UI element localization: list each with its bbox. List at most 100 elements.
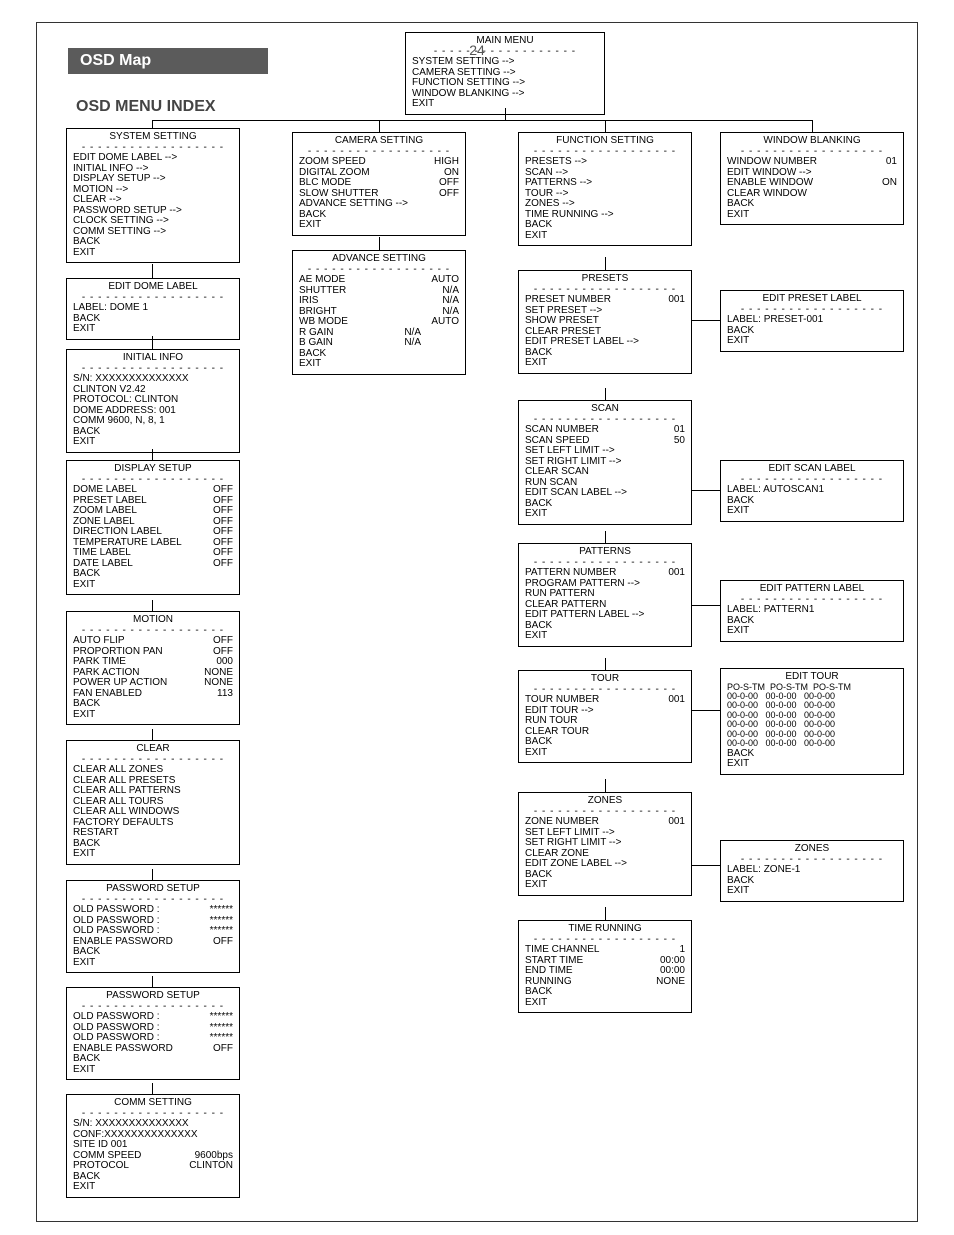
menu-item: SET LEFT LIMIT --> xyxy=(525,446,685,457)
tour-box: TOUR - - - - - - - - - - - - - - - - - -… xyxy=(518,670,692,763)
display-setup-box: DISPLAY SETUP - - - - - - - - - - - - - … xyxy=(66,460,240,595)
menu-row: BLC MODEOFF xyxy=(299,178,459,189)
title: EDIT PRESET LABEL xyxy=(727,294,897,305)
title: MOTION xyxy=(73,615,233,626)
menu-item: EXIT xyxy=(727,506,897,517)
menu-item: BACK xyxy=(73,1054,233,1065)
menu-item: LABEL: ZONE-1 xyxy=(727,865,897,876)
connector xyxy=(152,600,153,611)
title: FUNCTION SETTING xyxy=(525,136,685,147)
menu-row: WB MODEAUTO xyxy=(299,317,459,328)
edit-dome-label-box: EDIT DOME LABEL - - - - - - - - - - - - … xyxy=(66,278,240,340)
edit-scan-label-box: EDIT SCAN LABEL - - - - - - - - - - - - … xyxy=(720,460,904,522)
menu-row: POWER UP ACTIONNONE xyxy=(73,678,233,689)
menu-item: EDIT PATTERN LABEL --> xyxy=(525,610,685,621)
title: COMM SETTING xyxy=(73,1098,233,1109)
title: INITIAL INFO xyxy=(73,353,233,364)
menu-item: SYSTEM SETTING --> xyxy=(412,57,598,68)
menu-item: EXIT xyxy=(73,710,233,721)
menu-item: S/N: XXXXXXXXXXXXXX xyxy=(73,1119,233,1130)
title: PASSWORD SETUP xyxy=(73,884,233,895)
menu-item: BACK xyxy=(525,348,685,359)
menu-item: EXIT xyxy=(73,849,233,860)
menu-item: BACK xyxy=(525,737,685,748)
connector xyxy=(152,120,153,128)
connector xyxy=(605,120,606,132)
menu-item: LABEL: PATTERN1 xyxy=(727,605,897,616)
menu-row: TOUR NUMBER001 xyxy=(525,695,685,706)
menu-item: EXIT xyxy=(73,324,233,335)
presets-box: PRESETS - - - - - - - - - - - - - - - - … xyxy=(518,270,692,374)
title: PATTERNS xyxy=(525,547,685,558)
title: SCAN xyxy=(525,404,685,415)
connector xyxy=(152,120,812,121)
menu-item: BACK xyxy=(299,210,459,221)
menu-item: CLOCK SETTING --> xyxy=(73,216,233,227)
menu-item: WINDOW BLANKING --> xyxy=(412,89,598,100)
menu-row: OLD PASSWORD :****** xyxy=(73,905,233,916)
menu-item: EXIT xyxy=(299,359,459,370)
page-number: 24 xyxy=(0,42,954,58)
title: EDIT DOME LABEL xyxy=(73,282,233,293)
connector xyxy=(152,336,153,349)
connector xyxy=(692,710,720,711)
menu-item: CLEAR SCAN xyxy=(525,467,685,478)
menu-item: BACK xyxy=(727,876,897,887)
menu-row: SHUTTERN/A xyxy=(299,286,459,297)
menu-row: SCAN NUMBER01 xyxy=(525,425,685,436)
osd-menu-index-heading: OSD MENU INDEX xyxy=(76,98,216,116)
menu-item: BACK xyxy=(73,1172,233,1183)
menu-row: PARK TIME000 xyxy=(73,657,233,668)
window-blanking-box: WINDOW BLANKING - - - - - - - - - - - - … xyxy=(720,132,904,225)
menu-row: B GAINN/A xyxy=(299,338,421,349)
edit-zone-label-box: ZONES - - - - - - - - - - - - - - - - - … xyxy=(720,840,904,902)
menu-item: S/N: XXXXXXXXXXXXXX xyxy=(73,374,233,385)
title: EDIT PATTERN LABEL xyxy=(727,584,897,595)
edit-pattern-label-box: EDIT PATTERN LABEL - - - - - - - - - - -… xyxy=(720,580,904,642)
time-running-box: TIME RUNNING - - - - - - - - - - - - - -… xyxy=(518,920,692,1013)
menu-item: EXIT xyxy=(525,998,685,1009)
title: EDIT SCAN LABEL xyxy=(727,464,897,475)
comm-setting-box: COMM SETTING - - - - - - - - - - - - - -… xyxy=(66,1094,240,1198)
menu-row: AUTO FLIPOFF xyxy=(73,636,233,647)
menu-row: WINDOW NUMBER01 xyxy=(727,157,897,168)
title: EDIT TOUR xyxy=(727,672,897,683)
menu-item: EXIT xyxy=(727,210,897,221)
menu-item: BACK xyxy=(727,496,897,507)
menu-row: END TIME00:00 xyxy=(525,966,685,977)
menu-item: EXIT xyxy=(525,631,685,642)
title: CAMERA SETTING xyxy=(299,136,459,147)
menu-item: PATTERNS --> xyxy=(525,178,685,189)
system-setting-box: SYSTEM SETTING - - - - - - - - - - - - -… xyxy=(66,128,240,263)
password-setup-1-box: PASSWORD SETUP - - - - - - - - - - - - -… xyxy=(66,880,240,973)
menu-item: LABEL: DOME 1 xyxy=(73,303,233,314)
menu-item: EXIT xyxy=(73,437,233,448)
menu-row: OLD PASSWORD :****** xyxy=(73,926,233,937)
zones-box: ZONES - - - - - - - - - - - - - - - - - … xyxy=(518,792,692,896)
connector xyxy=(605,658,606,670)
title: WINDOW BLANKING xyxy=(727,136,897,147)
title: ZONES xyxy=(727,844,897,855)
menu-row: AE MODEAUTO xyxy=(299,275,459,286)
connector xyxy=(152,729,153,740)
connector xyxy=(692,320,720,321)
menu-item: BACK xyxy=(727,326,897,337)
menu-item: EDIT PRESET LABEL --> xyxy=(525,337,685,348)
connector xyxy=(692,605,720,606)
menu-item: BACK xyxy=(73,314,233,325)
title: ADVANCE SETTING xyxy=(299,254,459,265)
connector xyxy=(152,449,153,460)
scan-box: SCAN - - - - - - - - - - - - - - - - - -… xyxy=(518,400,692,525)
title: PRESETS xyxy=(525,274,685,285)
menu-item: CLEAR --> xyxy=(73,195,233,206)
menu-item: EXIT xyxy=(73,580,233,591)
menu-item: ZONES --> xyxy=(525,199,685,210)
menu-item: EDIT SCAN LABEL --> xyxy=(525,488,685,499)
menu-row: PRESET NUMBER001 xyxy=(525,295,685,306)
connector xyxy=(379,120,380,132)
motion-box: MOTION - - - - - - - - - - - - - - - - -… xyxy=(66,611,240,725)
menu-item: BACK xyxy=(73,237,233,248)
menu-item: BACK xyxy=(73,427,233,438)
connector xyxy=(605,257,606,270)
menu-row: PATTERN NUMBER001 xyxy=(525,568,685,579)
